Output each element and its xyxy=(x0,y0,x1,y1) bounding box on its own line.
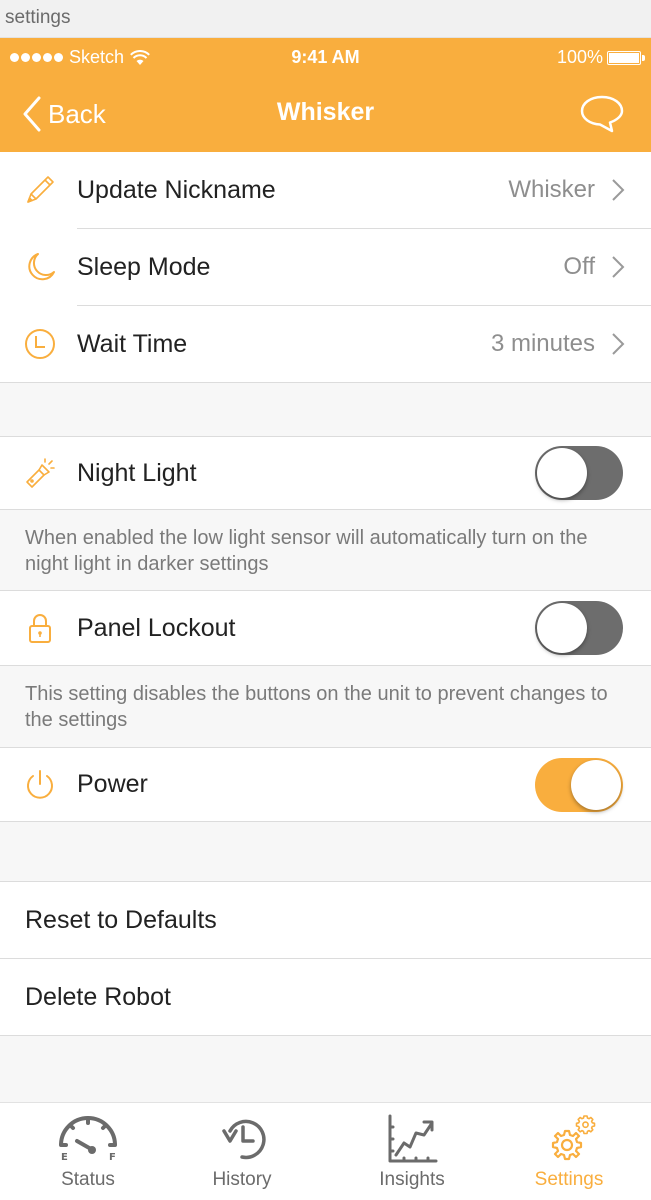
row-update-nickname[interactable]: Update Nickname Whisker xyxy=(0,152,651,228)
chevron-right-icon xyxy=(612,256,625,278)
status-bar: Sketch 9:41 AM 100% xyxy=(0,38,651,76)
page-title: Whisker xyxy=(276,98,375,126)
delete-robot-button[interactable]: Delete Robot xyxy=(0,959,651,1035)
tab-insights[interactable]: Insights xyxy=(352,1103,472,1200)
status-time: 9:41 AM xyxy=(291,47,360,67)
window-title: settings xyxy=(0,0,651,38)
panel-lockout-toggle[interactable] xyxy=(535,601,623,655)
tab-status[interactable]: E F Status xyxy=(28,1103,148,1200)
pencil-icon xyxy=(22,172,58,208)
tab-label: History xyxy=(212,1169,272,1190)
power-toggle[interactable] xyxy=(535,757,623,812)
row-value: Whisker xyxy=(508,176,595,203)
chat-button[interactable] xyxy=(579,94,625,139)
row-sleep-mode[interactable]: Sleep Mode Off xyxy=(0,229,651,305)
svg-text:F: F xyxy=(109,1152,116,1163)
status-right: 100% xyxy=(556,47,645,68)
row-label: Power xyxy=(77,770,148,798)
gauge-icon: E F xyxy=(59,1116,117,1163)
row-night-light: Night Light xyxy=(0,437,651,509)
row-value: 3 minutes xyxy=(490,330,595,357)
history-icon xyxy=(222,1119,266,1160)
panel-lockout-description: This setting disables the buttons on the… xyxy=(0,665,651,748)
row-label: Sleep Mode xyxy=(77,252,211,281)
power-icon xyxy=(22,767,58,803)
reset-to-defaults-button[interactable]: Reset to Defaults xyxy=(0,882,651,958)
night-light-toggle[interactable] xyxy=(535,446,623,500)
app-header: Sketch 9:41 AM 100% Back Whisker xyxy=(0,38,651,152)
settings-group-general: Update Nickname Whisker Sleep Mode Off W… xyxy=(0,152,651,383)
svg-text:E: E xyxy=(61,1152,68,1163)
row-value: Off xyxy=(563,253,595,280)
row-label: Night Light xyxy=(77,458,197,487)
chevron-right-icon xyxy=(612,333,625,355)
tab-history[interactable]: History xyxy=(182,1103,302,1200)
chat-bubble-icon xyxy=(580,95,624,133)
moon-icon xyxy=(22,249,58,285)
clock-icon xyxy=(22,326,58,362)
gears-icon xyxy=(551,1115,596,1161)
tab-label: Insights xyxy=(379,1169,445,1190)
row-power: Power xyxy=(0,748,651,821)
row-wait-time[interactable]: Wait Time 3 minutes xyxy=(0,306,651,382)
tab-settings[interactable]: Settings xyxy=(509,1103,629,1200)
night-light-description: When enabled the low light sensor will a… xyxy=(0,509,651,591)
row-panel-lockout: Panel Lockout xyxy=(0,591,651,665)
tab-label: Settings xyxy=(534,1169,604,1190)
row-label: Wait Time xyxy=(77,329,188,358)
settings-group-actions: Reset to Defaults Delete Robot xyxy=(0,881,651,1036)
battery-percent: 100% xyxy=(556,47,603,67)
nav-bar: Back Whisker xyxy=(0,76,651,152)
settings-group-toggles: Night Light When enabled the low light s… xyxy=(0,436,651,822)
row-label: Update Nickname xyxy=(77,175,276,204)
flashlight-icon xyxy=(22,455,58,491)
lock-icon xyxy=(22,610,58,646)
chevron-right-icon xyxy=(612,179,625,201)
row-label: Panel Lockout xyxy=(77,613,236,642)
chart-icon xyxy=(388,1114,438,1163)
tab-bar: E F Status History Insights Settings xyxy=(0,1102,651,1200)
battery-icon xyxy=(607,50,645,65)
tab-label: Status xyxy=(61,1169,115,1190)
